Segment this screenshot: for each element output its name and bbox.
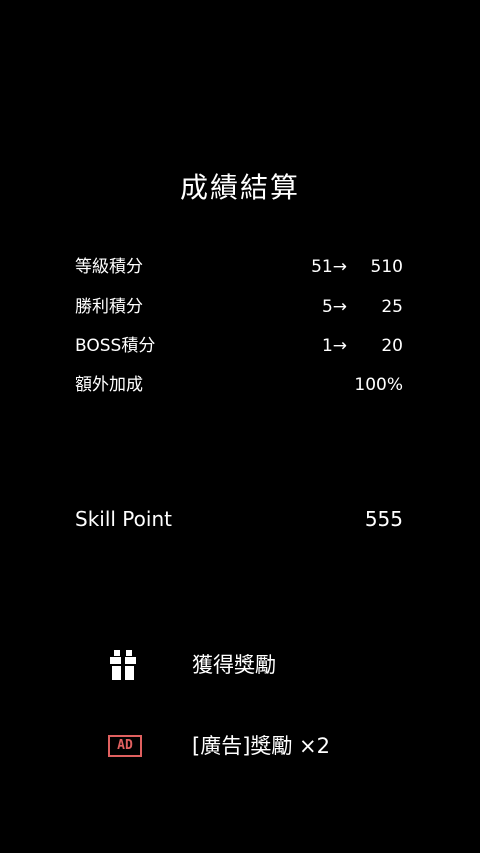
gift-icon — [106, 650, 146, 680]
score-row-level: 等級積分 51→ 510 — [75, 255, 403, 279]
score-row-label: 勝利積分 — [75, 297, 143, 317]
score-row-label: BOSS積分 — [75, 336, 156, 356]
ad-icon: AD — [106, 731, 146, 761]
ad-double-reward-button[interactable]: AD [廣告]獎勵 ×2 — [106, 726, 366, 766]
ad-badge: AD — [108, 735, 142, 757]
score-row-label: 額外加成 — [75, 375, 143, 395]
score-row-bonus: 額外加成 100% — [75, 373, 403, 397]
score-row-from: 5→ — [321, 297, 347, 317]
score-row-from: 51→ — [311, 257, 347, 277]
score-row-total: 100% — [354, 375, 403, 395]
score-row-total: 25 — [381, 297, 403, 317]
skill-point-value: 555 — [364, 507, 403, 531]
score-row-boss: BOSS積分 1→ 20 — [75, 334, 403, 358]
page-title: 成績結算 — [179, 171, 300, 204]
skill-point-label: Skill Point — [75, 507, 172, 531]
claim-reward-button[interactable]: 獲得獎勵 — [106, 645, 366, 685]
skill-point-row: Skill Point 555 — [75, 504, 403, 534]
score-row-label: 等級積分 — [75, 257, 143, 277]
score-row-total: 20 — [381, 336, 403, 356]
claim-reward-label: 獲得獎勵 — [192, 653, 276, 677]
score-row-total: 510 — [370, 257, 403, 277]
score-row-victory: 勝利積分 5→ 25 — [75, 295, 403, 319]
ad-double-reward-label: [廣告]獎勵 ×2 — [192, 734, 331, 758]
score-row-from: 1→ — [321, 336, 347, 356]
